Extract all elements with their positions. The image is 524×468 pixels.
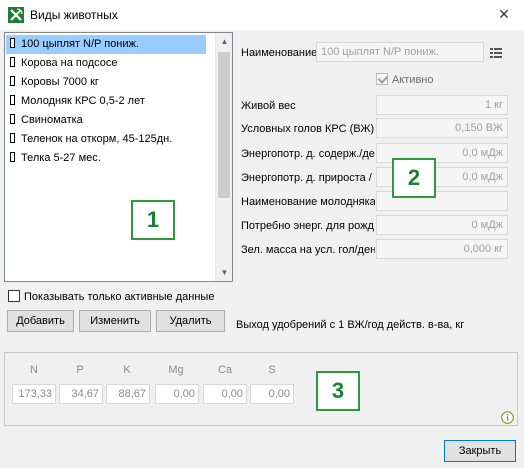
active-checkbox: Активно: [376, 73, 434, 86]
nutrient-value-p[interactable]: 34,67: [59, 384, 103, 404]
name-field[interactable]: 100 цыплят N/P пониж.: [316, 42, 484, 62]
list-item[interactable]: 100 цыплят N/P пониж.: [6, 35, 206, 54]
checkbox-box[interactable]: [8, 290, 20, 302]
nutrient-value-n[interactable]: 173,33: [12, 384, 56, 404]
cattle-heads-label: Условных голов КРС (ВЖ): [241, 123, 375, 135]
birth-energy-label: Потребно энерг. для рожд: [241, 220, 374, 232]
record-icon: [10, 95, 15, 105]
nutrient-header-n: N: [30, 364, 38, 376]
show-active-only-checkbox[interactable]: Показывать только активные данные: [8, 290, 214, 304]
badge-3: 3: [316, 371, 360, 411]
young-name-label: Наименование молодняка: [241, 196, 375, 208]
scrollbar-thumb[interactable]: [218, 52, 230, 198]
record-icon: [10, 133, 15, 143]
app-icon: [8, 7, 24, 23]
delete-button[interactable]: Удалить: [156, 310, 225, 332]
nutrient-value-k[interactable]: 88,67: [106, 384, 150, 404]
close-window-icon[interactable]: ✕: [496, 6, 512, 22]
nutrient-header-s: S: [268, 364, 276, 376]
scroll-up-icon[interactable]: ▲: [216, 33, 233, 50]
list-menu-icon[interactable]: [489, 46, 503, 60]
add-button[interactable]: Добавить: [7, 310, 74, 332]
list-item[interactable]: Молодняк КРС 0,5-2 лет: [6, 92, 216, 111]
energy-growth-label: Энергопотр. д. прироста /: [241, 172, 372, 184]
nutrient-header-p: P: [76, 364, 84, 376]
green-mass-field[interactable]: 0,000 кг: [376, 239, 508, 259]
live-weight-field[interactable]: 1 кг: [376, 95, 508, 115]
green-mass-label: Зел. масса на усл. гол/день: [241, 244, 375, 256]
window-title: Виды животных: [30, 8, 118, 22]
list-item[interactable]: Теленок на откорм, 45-125дн.: [6, 130, 216, 149]
nutrient-value-ca[interactable]: 0,00: [203, 384, 247, 404]
nutrient-value-mg[interactable]: 0,00: [155, 384, 199, 404]
record-icon: [10, 76, 15, 86]
title-bar: Виды животных ✕: [0, 0, 524, 30]
edit-button[interactable]: Изменить: [79, 310, 151, 332]
manure-output-label: Выход удобрений с 1 ВЖ/год действ. в-ва,…: [236, 319, 465, 331]
name-label: Наименование: [241, 47, 318, 59]
info-icon[interactable]: [501, 411, 514, 424]
close-button[interactable]: Закрыть: [444, 440, 516, 462]
list-item[interactable]: Телка 5-27 мес.: [6, 149, 216, 168]
list-item[interactable]: Свиноматка: [6, 111, 216, 130]
live-weight-label: Живой вес: [241, 100, 296, 112]
badge-2: 2: [392, 158, 436, 198]
animal-list-items: 100 цыплят N/P пониж. Корова на подсосе …: [6, 35, 216, 168]
birth-energy-field[interactable]: 0 мДж: [376, 215, 508, 235]
list-item[interactable]: Коровы 7000 кг: [6, 73, 216, 92]
badge-1: 1: [131, 200, 175, 240]
record-icon: [10, 114, 15, 124]
record-icon: [10, 152, 15, 162]
scroll-down-icon[interactable]: ▼: [216, 264, 233, 281]
list-item[interactable]: Корова на подсосе: [6, 54, 216, 73]
record-icon: [10, 57, 15, 67]
nutrient-value-s[interactable]: 0,00: [250, 384, 294, 404]
active-checkbox-box: [376, 73, 388, 85]
animal-list[interactable]: 100 цыплят N/P пониж. Корова на подсосе …: [4, 32, 233, 282]
cattle-heads-field[interactable]: 0,150 ВЖ: [376, 118, 508, 138]
record-icon: [10, 38, 15, 48]
list-scrollbar[interactable]: ▲ ▼: [215, 33, 232, 281]
active-label: Активно: [392, 74, 434, 86]
nutrient-header-k: K: [123, 364, 131, 376]
energy-maintenance-label: Энергопотр. д. содерж./де: [241, 148, 375, 160]
show-active-only-label: Показывать только активные данные: [24, 291, 215, 303]
nutrient-header-ca: Ca: [217, 364, 233, 376]
nutrient-header-mg: Mg: [168, 364, 184, 376]
